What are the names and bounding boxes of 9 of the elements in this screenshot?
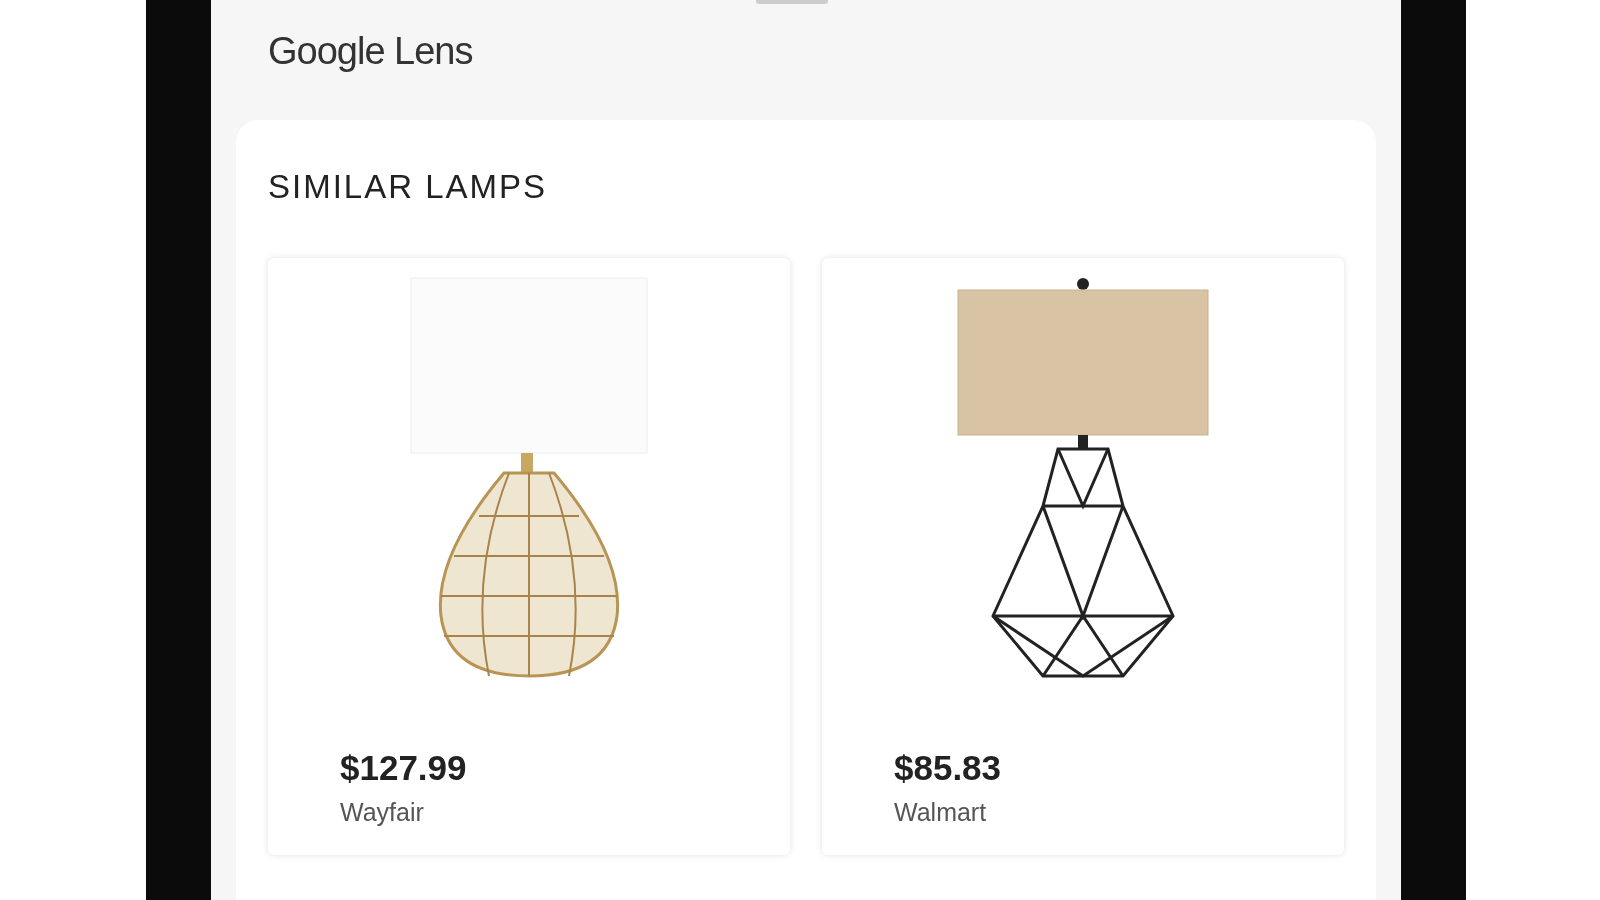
product-price: $127.99: [340, 748, 468, 788]
speaker-notch: [756, 0, 828, 4]
product-card[interactable]: $127.99 Wayfair: [268, 258, 790, 855]
product-card[interactable]: $85.83 Walmart: [822, 258, 1344, 855]
store-name: Walmart: [894, 798, 988, 827]
app-title: Google Lens: [268, 30, 473, 72]
section-title: SIMILAR LAMPS: [268, 168, 549, 206]
store-name: Wayfair: [340, 798, 425, 827]
product-price: $85.83: [894, 748, 1003, 788]
